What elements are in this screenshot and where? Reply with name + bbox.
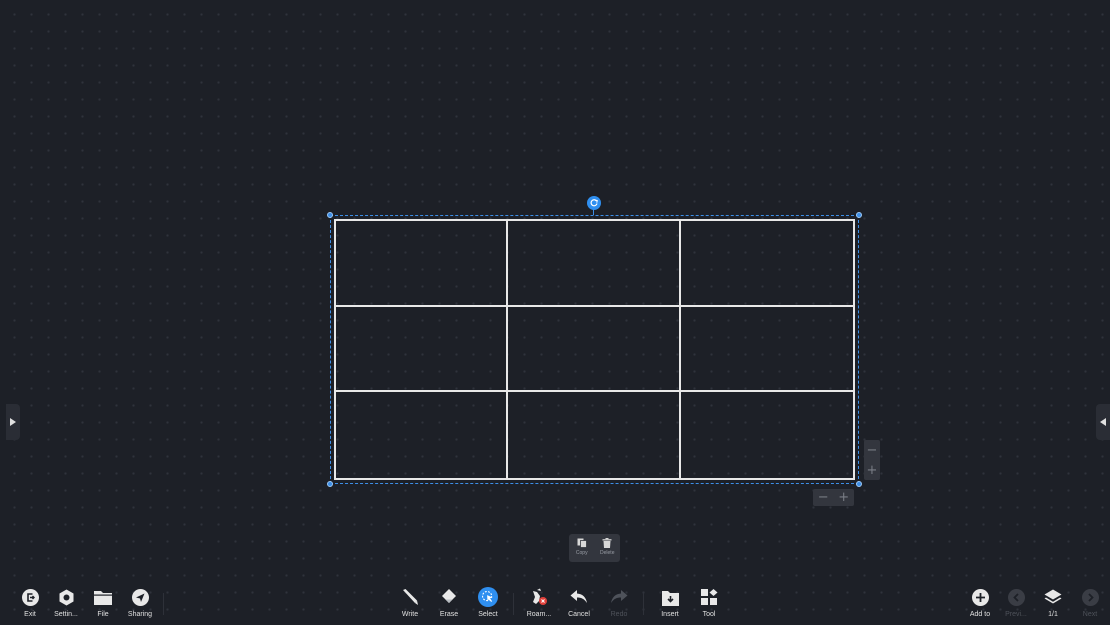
previous-icon [1007,588,1025,606]
copy-button[interactable]: Copy [569,534,595,562]
table-cell[interactable] [508,392,681,478]
triangle-left-icon [1100,418,1106,426]
exit-label: Exit [24,611,36,618]
resize-handle-top-left[interactable] [327,212,333,218]
roam-button[interactable]: Roam... [519,585,559,625]
folder-icon [94,590,112,605]
copy-label: Copy [575,550,588,556]
erase-label: Erase [439,611,459,618]
insert-label: Insert [661,611,679,618]
previous-label: Previ... [1005,611,1027,618]
cancel-button[interactable]: Cancel [559,585,599,625]
roam-label: Roam... [526,611,552,618]
previous-page-button[interactable]: Previ... [996,585,1036,625]
right-panel-toggle[interactable] [1096,404,1110,440]
resize-handle-bottom-right[interactable] [856,481,862,487]
table-cell[interactable] [681,392,853,478]
tool-grid-icon [700,588,717,605]
add-circle-icon [971,588,989,606]
add-column-button[interactable]: + [838,491,849,504]
toolbar-divider [163,593,164,615]
tool-label: Tool [702,611,716,618]
select-cursor-icon [478,587,498,607]
table-cell[interactable] [508,221,681,307]
delete-button[interactable]: Delete [595,534,621,562]
write-label: Write [401,611,419,618]
object-context-menu: Copy Delete [569,534,620,562]
write-button[interactable]: Write [390,585,430,625]
table-cell[interactable] [680,221,853,307]
row-stepper: − + [864,440,880,480]
select-button[interactable]: Select [468,585,508,625]
toolbar-divider [643,593,644,615]
layers-icon [1044,589,1062,603]
sharing-button[interactable]: Sharing [120,585,160,625]
delete-label: Delete [600,550,615,556]
remove-column-button[interactable]: − [818,491,829,504]
add-page-button[interactable]: Add to [960,585,1000,625]
cancel-label: Cancel [568,611,590,618]
tool-button[interactable]: Tool [689,585,729,625]
insert-icon [661,590,679,606]
next-icon [1081,588,1099,606]
redo-icon [611,590,628,603]
resize-handle-bottom-left[interactable] [327,481,333,487]
table-cell[interactable] [336,221,509,307]
trash-icon [602,538,612,548]
exit-icon [21,588,39,606]
table-cell[interactable] [508,306,681,393]
file-label: File [97,611,109,618]
share-arrow-icon [131,588,149,606]
insert-button[interactable]: Insert [650,585,690,625]
settings-label: Settin... [54,611,78,618]
settings-hexagon-icon [59,589,73,605]
add-to-label: Add to [969,611,991,618]
exit-button[interactable]: Exit [10,585,50,625]
bottom-toolbar: Exit Settin... File Sharing Write Erase … [0,585,1110,625]
rotate-icon [590,199,598,207]
select-label: Select [478,611,498,618]
column-stepper: − + [813,489,854,506]
eraser-icon [442,589,456,603]
rotate-handle[interactable] [587,196,601,210]
redo-button[interactable]: Redo [599,585,639,625]
erase-button[interactable]: Erase [429,585,469,625]
triangle-right-icon [10,418,16,426]
next-label: Next [1082,611,1098,618]
sharing-label: Sharing [127,611,153,618]
left-panel-toggle[interactable] [6,404,20,440]
table-cell[interactable] [680,307,853,393]
toolbar-divider [513,593,514,615]
next-page-button[interactable]: Next [1070,585,1110,625]
table-cell[interactable] [336,392,509,478]
table-object[interactable] [334,219,855,480]
pen-icon [403,589,418,605]
resize-handle-top-right[interactable] [856,212,862,218]
remove-row-button[interactable]: − [867,444,878,457]
roam-icon [533,588,547,605]
pages-button[interactable]: 1/1 [1033,585,1073,625]
table-cell[interactable] [336,306,509,393]
settings-button[interactable]: Settin... [46,585,86,625]
copy-icon [577,538,587,548]
undo-icon [570,590,587,603]
redo-label: Redo [610,611,628,618]
add-row-button[interactable]: + [867,464,878,477]
page-count-label: 1/1 [1048,611,1058,618]
file-button[interactable]: File [83,585,123,625]
